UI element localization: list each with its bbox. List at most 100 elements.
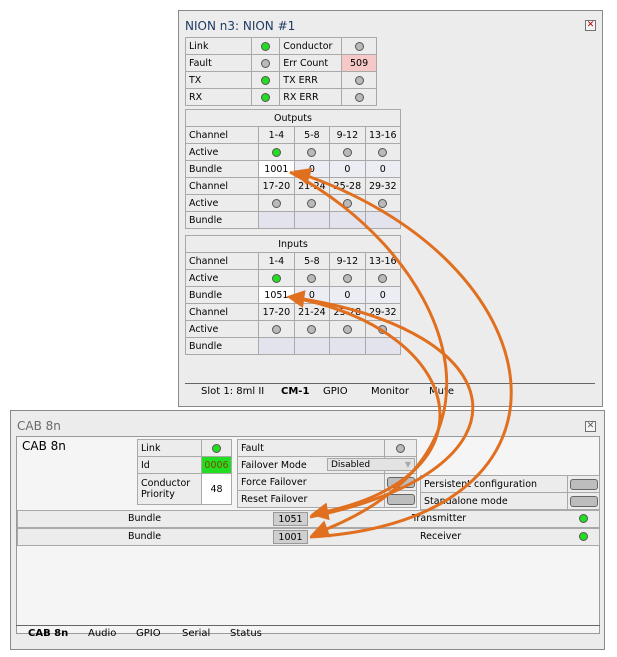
persistent-config-label: Persistent configuration <box>420 475 568 493</box>
close-icon[interactable]: ✕ <box>585 421 596 432</box>
outputs-active-label: Active <box>184 143 260 161</box>
inputs-active-led-icon <box>271 324 281 334</box>
tx-led-icon <box>260 75 270 85</box>
cab-fault-led-icon <box>396 443 405 453</box>
cab-panel: CAB 8n Link Id 0006 Conductor Priority 4… <box>16 436 600 634</box>
rx-err-label: RX ERR <box>279 88 343 106</box>
cab-link-led-icon <box>212 443 221 453</box>
reset-failover-button[interactable] <box>386 493 415 505</box>
chevron-down-icon: ▼ <box>404 460 411 469</box>
tab-monitor[interactable]: Monitor <box>371 384 409 400</box>
inputs-bundle-7[interactable] <box>329 337 366 355</box>
inputs-ch-5: 17-20 <box>258 303 295 321</box>
inputs-active-led-icon <box>378 273 388 283</box>
force-failover-button[interactable] <box>386 476 415 488</box>
cab-device-name: CAB 8n <box>22 439 66 453</box>
cab-id-label: Id <box>137 456 202 474</box>
tab-gpio[interactable]: GPIO <box>323 384 348 400</box>
rx-label: RX <box>185 88 252 106</box>
nion-window: NION n3: NION #1 ✕ Link Conductor Fault … <box>178 10 603 407</box>
tab-audio[interactable]: Audio <box>88 626 116 642</box>
conductor-label: Conductor <box>279 37 343 55</box>
outputs-bundle-1[interactable]: 1001 <box>258 160 295 178</box>
tab-cab-8n[interactable]: CAB 8n <box>28 626 68 642</box>
cab-link-label: Link <box>137 439 202 457</box>
inputs-ch-7: 25-28 <box>329 303 366 321</box>
outputs-ch-3: 9-12 <box>329 126 366 144</box>
channel-grid: Outputs Channel 1-4 5-8 9-12 13-16 Activ… <box>184 109 402 355</box>
outputs-active-led-icon <box>378 198 388 208</box>
cab-info-grid: Link Id 0006 Conductor Priority 48 <box>137 439 232 505</box>
tab-serial[interactable]: Serial <box>182 626 210 642</box>
outputs-bundle-4[interactable]: 0 <box>364 160 402 178</box>
outputs-bundle-7[interactable] <box>329 211 366 229</box>
tx-err-led-icon <box>354 75 364 85</box>
rx-bundle-label: Bundle <box>128 531 162 542</box>
inputs-ch-4: 13-16 <box>364 252 402 270</box>
inputs-active-led-icon <box>307 324 317 334</box>
standalone-mode-button[interactable] <box>569 495 598 507</box>
inputs-channel-label-2: Channel <box>184 303 260 321</box>
inputs-bundle-label: Bundle <box>184 286 260 304</box>
outputs-active-led-icon <box>307 198 317 208</box>
outputs-active-led-icon <box>378 147 388 157</box>
inputs-bundle-8[interactable] <box>364 337 402 355</box>
inputs-active-led-icon <box>342 324 352 334</box>
outputs-active-label-2: Active <box>184 194 260 212</box>
outputs-channel-label-2: Channel <box>184 177 260 195</box>
outputs-active-led-icon <box>307 147 317 157</box>
err-count-label: Err Count <box>279 54 343 72</box>
failover-mode-select[interactable]: Disabled ▼ <box>327 458 415 471</box>
tab-gpio[interactable]: GPIO <box>136 626 161 642</box>
inputs-bundle-label-2: Bundle <box>184 337 260 355</box>
failover-mode-text: Failover Mode <box>241 459 307 471</box>
inputs-active-led-icon <box>378 324 388 334</box>
inputs-channel-label: Channel <box>184 252 260 270</box>
cab-titlebar: CAB 8n ✕ <box>11 411 604 437</box>
link-label: Link <box>185 37 252 55</box>
tab-mute[interactable]: Mute <box>429 384 454 400</box>
outputs-bundle-2[interactable]: 0 <box>293 160 331 178</box>
inputs-bundle-5[interactable] <box>258 337 295 355</box>
inputs-header: Inputs <box>185 235 401 253</box>
outputs-ch-4: 13-16 <box>364 126 402 144</box>
inputs-bundle-4[interactable]: 0 <box>364 286 402 304</box>
outputs-bundle-label-2: Bundle <box>184 211 260 229</box>
reset-failover-label: Reset Failover <box>237 490 385 508</box>
inputs-bundle-3[interactable]: 0 <box>329 286 366 304</box>
nion-status-grid: Link Conductor Fault Err Count 509 TX TX… <box>185 37 377 106</box>
outputs-channel-label: Channel <box>184 126 260 144</box>
tx-bundle-row: Bundle 1051 Transmitter <box>17 510 600 528</box>
tx-bundle-value[interactable]: 1051 <box>273 512 308 526</box>
inputs-ch-2: 5-8 <box>293 252 331 270</box>
inputs-bundle-1[interactable]: 1051 <box>258 286 295 304</box>
transmitter-label: Transmitter <box>412 513 467 524</box>
nion-tab-strip: Slot 1: 8ml II CM-1 GPIO Monitor Mute <box>185 383 595 402</box>
receiver-label: Receiver <box>420 531 462 542</box>
conductor-priority-value[interactable]: 48 <box>201 473 232 505</box>
fault-label: Fault <box>185 54 252 72</box>
outputs-ch-2: 5-8 <box>293 126 331 144</box>
outputs-bundle-5[interactable] <box>258 211 295 229</box>
nion-window-title: NION n3: NION #1 <box>185 19 296 33</box>
close-icon[interactable]: ✕ <box>585 20 596 31</box>
outputs-bundle-6[interactable] <box>293 211 331 229</box>
inputs-active-led-icon <box>307 273 317 283</box>
inputs-bundle-6[interactable] <box>293 337 331 355</box>
cab-window: CAB 8n ✕ CAB 8n Link Id 0006 Conductor P… <box>10 410 605 650</box>
tab-cm-1[interactable]: CM-1 <box>281 384 309 400</box>
outputs-ch-8: 29-32 <box>364 177 402 195</box>
outputs-bundle-8[interactable] <box>364 211 402 229</box>
receiver-led-icon <box>579 532 588 541</box>
outputs-bundle-3[interactable]: 0 <box>329 160 366 178</box>
cab-id-value: 0006 <box>201 456 232 474</box>
fault-led-icon <box>260 58 270 68</box>
failover-mode-value: Disabled <box>331 460 371 470</box>
tab-status[interactable]: Status <box>230 626 262 642</box>
tab-slot-1[interactable]: Slot 1: 8ml II <box>201 384 264 400</box>
tx-label: TX <box>185 71 252 89</box>
rx-bundle-value[interactable]: 1001 <box>273 530 308 544</box>
persistent-config-button[interactable] <box>569 478 598 490</box>
inputs-bundle-2[interactable]: 0 <box>293 286 331 304</box>
inputs-active-label: Active <box>184 269 260 287</box>
